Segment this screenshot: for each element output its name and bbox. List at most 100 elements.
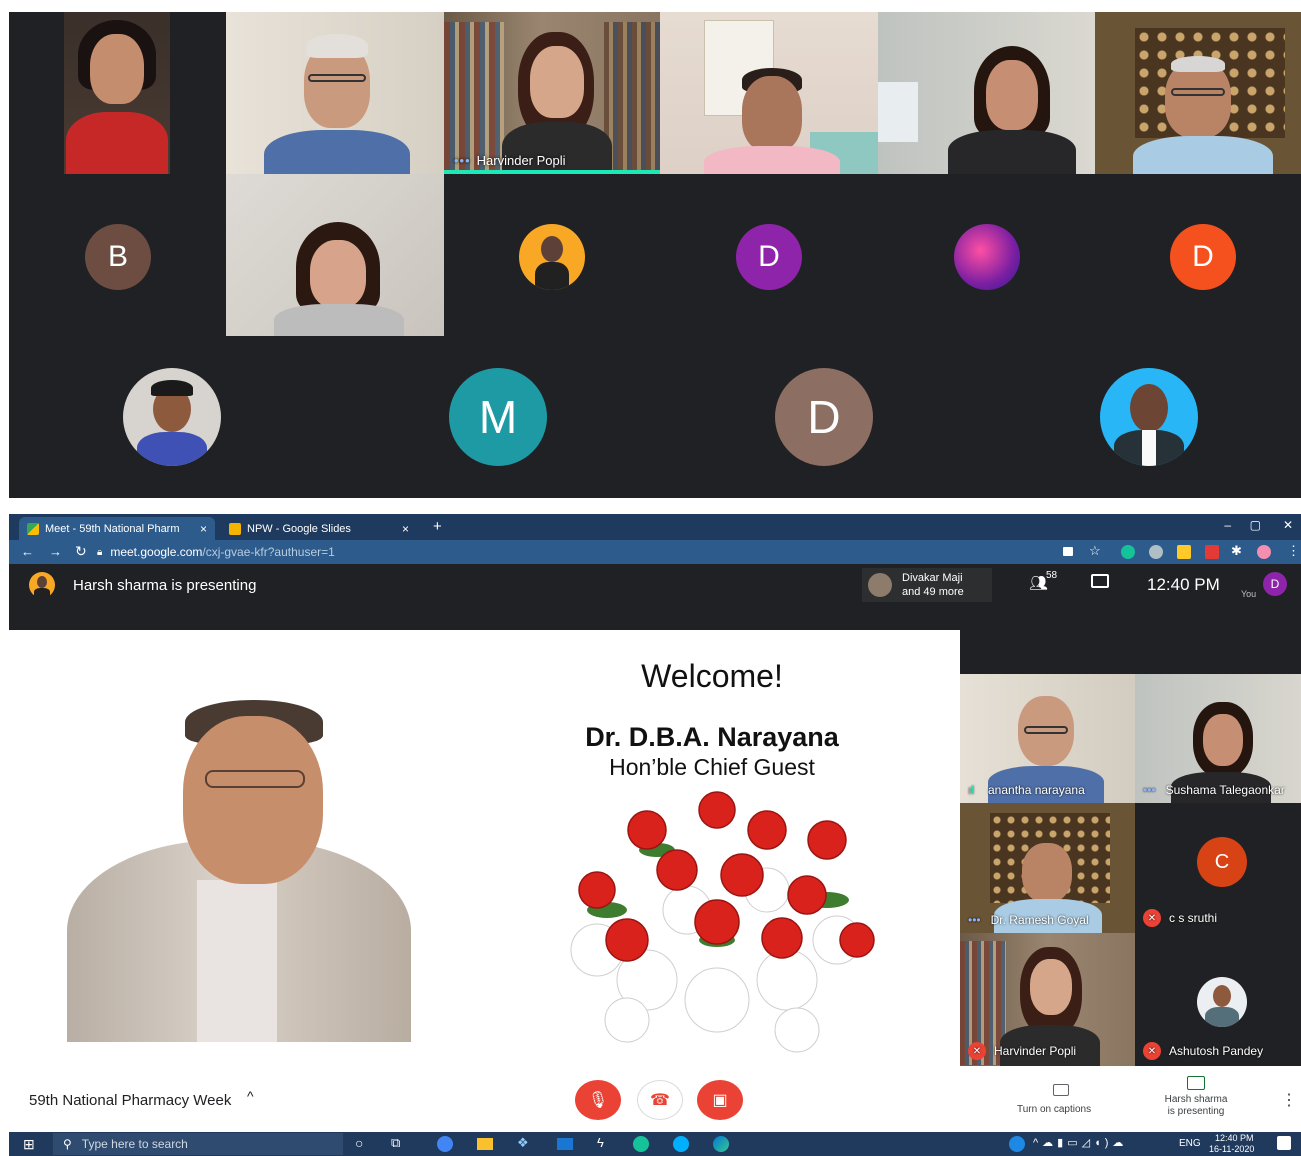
mail-icon[interactable] [557,1138,573,1150]
you-label: You [1241,589,1257,599]
video-tile-man-pink-shirt[interactable] [660,12,878,174]
minimize-button[interactable]: – [1224,518,1231,532]
camera-icon[interactable] [1063,547,1073,556]
taskbar-search[interactable]: ⚲ Type here to search [53,1133,343,1155]
mic-off-button[interactable]: 🎙︎ [575,1080,621,1120]
participant-preview[interactable]: Divakar Maji and 49 more [862,568,992,602]
help-icon[interactable] [1009,1136,1025,1152]
participant-photo-avatar[interactable] [954,224,1020,290]
grammarly-icon[interactable] [1121,545,1135,559]
participant-photo-avatar[interactable] [123,368,221,466]
url-path: /cxj-gvae-kfr?authuser=1 [202,545,335,559]
side-tile[interactable]: ••• Sushama Talegaonkar [1135,674,1301,803]
url-domain: meet.google.com [110,545,203,559]
grammarly-icon[interactable] [633,1136,649,1152]
edge-icon[interactable] [713,1136,729,1152]
more-dots-icon: ••• [1143,783,1156,797]
extension-icon[interactable] [1149,545,1163,559]
star-icon[interactable]: ☆ [1089,543,1101,559]
tab-slides[interactable]: NPW - Google Slides × [221,517,417,540]
camera-off-button[interactable]: ▣ [697,1080,743,1120]
extension-icon[interactable] [1205,545,1219,559]
language-indicator[interactable]: ENG [1179,1138,1201,1149]
window [878,82,918,142]
reload-icon[interactable]: ↻ [75,543,87,560]
side-tile[interactable]: ✕ Ashutosh Pandey [1135,933,1301,1066]
app-icon[interactable] [673,1136,689,1152]
participant-avatar[interactable]: D [1170,224,1236,290]
video-tile-woman-white-bg[interactable] [226,174,444,336]
mic-off-icon: 🎙︎ [587,1092,609,1109]
participant-name-tag: ✕ Ashutosh Pandey [1143,1042,1263,1060]
windows-taskbar: ⊞ ⚲ Type here to search ○ ⧉ ❖ ϟ ^☁︎▮▭◿◖)… [9,1132,1301,1156]
present-label-line2[interactable]: is presenting [1161,1106,1231,1117]
participant-avatar[interactable]: M [449,368,547,466]
taskbar-date[interactable]: 16-11-2020 [1209,1144,1254,1154]
meeting-clock: 12:40 PM [1147,575,1220,594]
meet-controls-bar: 59th National Pharmacy Week ^ 🎙︎ ☎︎ ▣ Tu… [9,1066,1301,1132]
bookshelf [604,22,660,172]
url-field[interactable]: 🔒︎ meet.google.com /cxj-gvae-kfr?authuse… [97,543,1057,561]
video-tile-elder-man-glasses[interactable] [226,12,444,174]
video-tile-woman-office[interactable] [878,12,1095,174]
task-view-icon[interactable]: ⧉ [391,1135,400,1151]
rose-bouquet-image [570,791,875,1053]
present-icon[interactable] [1187,1076,1205,1090]
chrome-icon[interactable] [437,1136,453,1152]
participant-preview-avatar [868,573,892,597]
address-bar: ← → ↻ 🔒︎ meet.google.com /cxj-gvae-kfr?a… [9,540,1301,564]
side-tile[interactable]: ✕ Harvinder Popli [960,933,1135,1066]
end-call-button[interactable]: ☎︎ [637,1080,683,1120]
participant-avatar[interactable]: D [775,368,873,466]
video-tile-active-speaker[interactable]: ••• Harvinder Popli [444,12,660,174]
captions-icon[interactable] [1053,1084,1069,1096]
side-tile[interactable]: ıl anantha narayana [960,674,1135,803]
close-icon[interactable]: × [200,522,207,536]
video-tile-elder-man-blue[interactable] [1095,12,1301,174]
close-icon[interactable]: × [402,522,409,536]
chief-guest-photo [67,690,411,1042]
hang-up-icon: ☎︎ [650,1092,670,1109]
side-tile[interactable]: C ✕ c s sruthi [1135,803,1301,933]
slide-guest-title: Hon’ble Chief Guest [609,754,815,780]
chevron-up-icon[interactable]: ^ [247,1088,254,1104]
meet-grid-screenshot: ••• Harvinder Popli B D D M D [9,12,1301,498]
meeting-title[interactable]: 59th National Pharmacy Week [29,1092,231,1109]
zap-icon[interactable]: ϟ [597,1135,604,1150]
new-tab-button[interactable]: + [433,518,442,535]
dropbox-icon[interactable]: ❖ [517,1135,529,1151]
chat-icon[interactable] [1091,574,1109,588]
puzzle-icon[interactable]: ✱ [1231,543,1242,559]
tab-meet[interactable]: Meet - 59th National Pharm × [19,517,215,540]
forward-arrow-icon[interactable]: → [49,544,62,559]
participant-photo-avatar[interactable] [1100,368,1198,466]
side-tile[interactable]: ••• Dr. Ramesh Goyal [960,803,1135,933]
video-tile-girl[interactable] [64,12,170,174]
file-explorer-icon[interactable] [477,1138,493,1150]
kebab-menu-icon[interactable]: ⋮ [1287,543,1300,559]
system-tray-icons[interactable]: ^☁︎▮▭◿◖)☁︎ [1033,1136,1127,1149]
camera-off-icon: ▣ [712,1092,728,1109]
cortana-icon[interactable]: ○ [355,1135,363,1151]
present-label-line1[interactable]: Harsh sharma [1161,1094,1231,1105]
self-avatar[interactable]: D [1263,572,1287,596]
windows-start-icon[interactable]: ⊞ [23,1136,35,1153]
participant-avatar[interactable]: B [85,224,151,290]
more-options-icon[interactable]: ⋮ [1281,1090,1297,1110]
window-close-button[interactable]: ✕ [1283,518,1293,532]
notification-icon[interactable] [1277,1136,1291,1150]
maximize-button[interactable]: ▢ [1250,518,1261,532]
presentation-slide: Welcome! Dr. D.B.A. Narayana Hon’ble Chi… [9,630,960,1066]
participant-avatar[interactable]: D [736,224,802,290]
mic-off-icon: ✕ [968,1042,986,1060]
meet-icon [27,522,39,535]
captions-label[interactable]: Turn on captions [1017,1104,1091,1115]
extension-icon[interactable] [1177,545,1191,559]
bookshelf [444,22,504,172]
taskbar-time[interactable]: 12:40 PM [1215,1133,1254,1143]
profile-icon[interactable] [1257,545,1271,559]
back-arrow-icon[interactable]: ← [21,544,34,559]
speaking-indicator-icon: ıl [968,783,974,797]
mic-off-icon: ✕ [1143,909,1161,927]
participant-photo-avatar[interactable] [519,224,585,290]
